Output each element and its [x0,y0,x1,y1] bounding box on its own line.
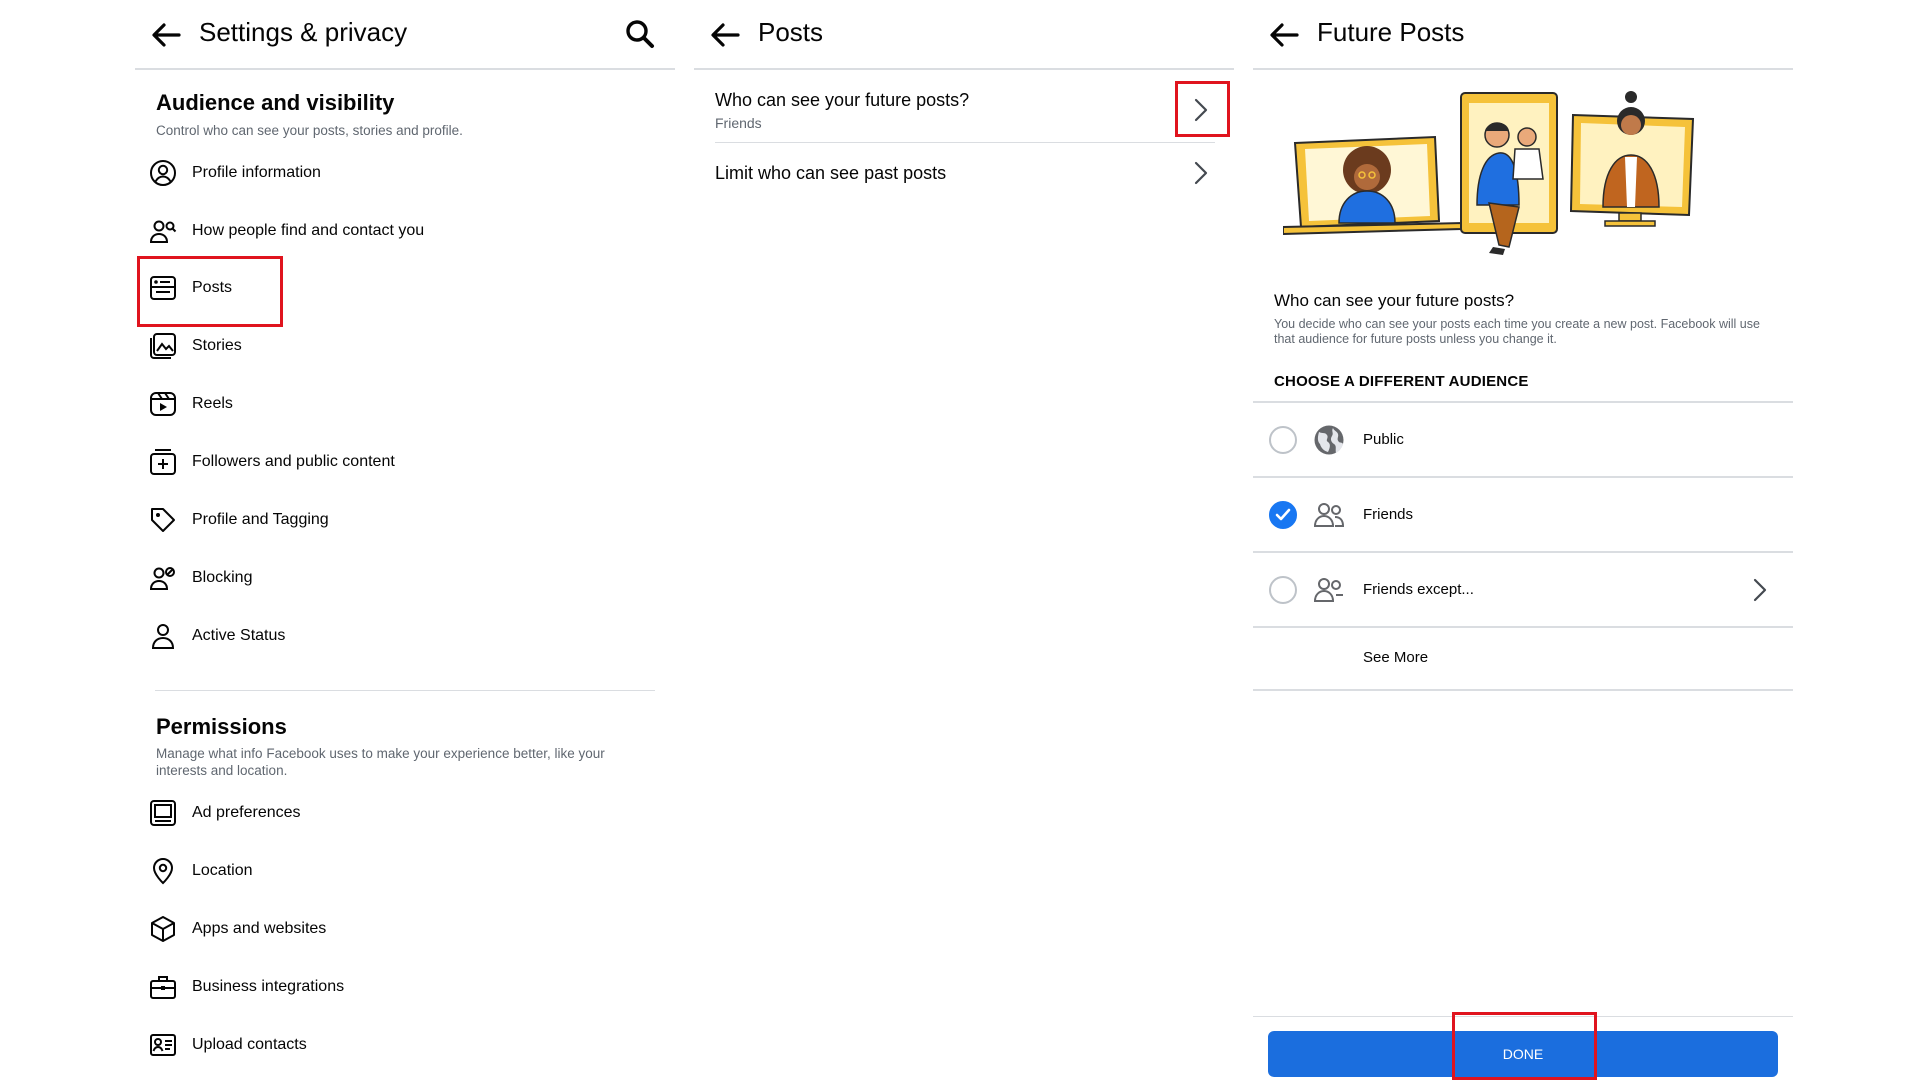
back-arrow-icon[interactable] [149,18,183,52]
posts-panel: Posts Who can see your future posts? Fri… [694,0,1234,1080]
highlight-box-chevron [1175,81,1230,137]
menu-item-business-integrations[interactable]: Business integrations [149,967,649,1007]
menu-item-label: Profile information [192,164,321,181]
menu-item-label: Ad preferences [192,804,301,821]
location-pin-icon [152,858,174,885]
menu-item-ad-preferences[interactable]: Ad preferences [149,793,649,833]
radio-button[interactable] [1269,576,1297,604]
option-label: Friends except... [1363,581,1474,598]
row-limit-past-posts[interactable]: Limit who can see past posts [715,152,1215,200]
divider [1253,689,1793,691]
section-title-audience: Audience and visibility [156,90,395,115]
audience-option-public[interactable]: Public [1253,403,1793,477]
section-divider [155,690,655,691]
option-label: Public [1363,431,1404,448]
menu-item-label: Active Status [192,627,286,644]
menu-item-label: Reels [192,395,233,412]
future-posts-panel: Future Posts Who can see your future pos… [1253,0,1793,1080]
ad-preferences-icon [150,800,176,826]
option-label: Friends [1363,506,1414,523]
menu-item-active-status[interactable]: Active Status [149,616,649,656]
question-description: You decide who can see your posts each t… [1274,317,1760,346]
audience-option-friends-except[interactable]: Friends except... [1253,553,1793,627]
menu-item-stories[interactable]: Stories [149,326,649,366]
contacts-card-icon [150,1034,176,1056]
back-arrow-icon[interactable] [1267,18,1301,52]
page-title: Future Posts [1317,17,1465,47]
menu-item-upload-contacts[interactable]: Upload contacts [149,1025,649,1065]
menu-item-profile-tagging[interactable]: Profile and Tagging [149,500,649,540]
stories-icon [150,333,176,359]
search-icon[interactable] [623,17,657,51]
radio-button[interactable] [1269,426,1297,454]
menu-item-label: Followers and public content [192,453,395,470]
menu-item-label: Blocking [192,569,253,586]
friends-icon [1313,503,1345,527]
back-arrow-icon[interactable] [708,18,742,52]
see-more-link[interactable]: See More [1363,649,1428,666]
section-subtitle-permissions: Manage what info Facebook uses to make y… [156,746,605,778]
profile-circle-icon [150,160,176,186]
menu-item-location[interactable]: Location [149,851,649,891]
find-people-icon [149,220,177,243]
row-future-posts[interactable]: Who can see your future posts? Friends [715,80,1215,142]
menu-item-label: Upload contacts [192,1036,307,1053]
menu-item-apps-websites[interactable]: Apps and websites [149,909,649,949]
menu-item-label: How people find and contact you [192,222,425,239]
globe-icon [1314,425,1344,455]
row-divider [715,142,1215,143]
menu-item-label: Business integrations [192,978,345,995]
cube-icon [151,916,175,942]
monitor-person-illustration [1569,91,1695,227]
phone-family-illustration [1460,92,1558,255]
menu-item-label: Profile and Tagging [192,511,329,528]
briefcase-icon [150,976,176,999]
header: Settings & privacy [135,0,675,70]
question-heading: Who can see your future posts? [1274,291,1515,310]
menu-item-reels[interactable]: Reels [149,384,649,424]
header: Posts [694,0,1234,70]
header: Future Posts [1253,0,1793,70]
tag-icon [151,508,175,532]
chevron-right-icon[interactable] [1751,577,1769,603]
menu-item-followers[interactable]: Followers and public content [149,442,649,482]
settings-privacy-panel: Settings & privacy Audience and visibili… [135,0,675,1080]
menu-item-label: Apps and websites [192,920,327,937]
page-title: Settings & privacy [199,17,408,47]
highlight-box-done [1452,1012,1597,1080]
divider [1253,626,1793,628]
reels-icon [150,392,176,416]
radio-button-checked[interactable] [1269,501,1297,529]
laptop-person-illustration [1283,135,1465,236]
checkmark-icon [1275,508,1291,521]
audience-option-friends[interactable]: Friends [1253,478,1793,552]
menu-item-blocking[interactable]: Blocking [149,558,649,598]
audience-illustration [1283,91,1695,255]
section-subtitle-audience: Control who can see your posts, stories … [156,123,463,138]
row-title: Limit who can see past posts [715,163,947,183]
active-status-icon [151,624,175,649]
followers-icon [150,449,176,475]
friends-except-icon [1313,578,1343,602]
blocking-icon [149,567,175,590]
row-subtitle: Friends [715,115,762,131]
highlight-box-posts [137,256,283,327]
chevron-right-icon[interactable] [1192,160,1210,186]
menu-item-profile-information[interactable]: Profile information [149,153,649,193]
page-title: Posts [758,17,824,47]
menu-item-label: Stories [192,337,242,354]
choose-audience-heading: CHOOSE A DIFFERENT AUDIENCE [1274,373,1529,390]
row-title: Who can see your future posts? [715,90,970,110]
menu-item-label: Location [192,862,253,879]
menu-item-find-contact[interactable]: How people find and contact you [149,211,649,251]
section-title-permissions: Permissions [156,714,287,739]
